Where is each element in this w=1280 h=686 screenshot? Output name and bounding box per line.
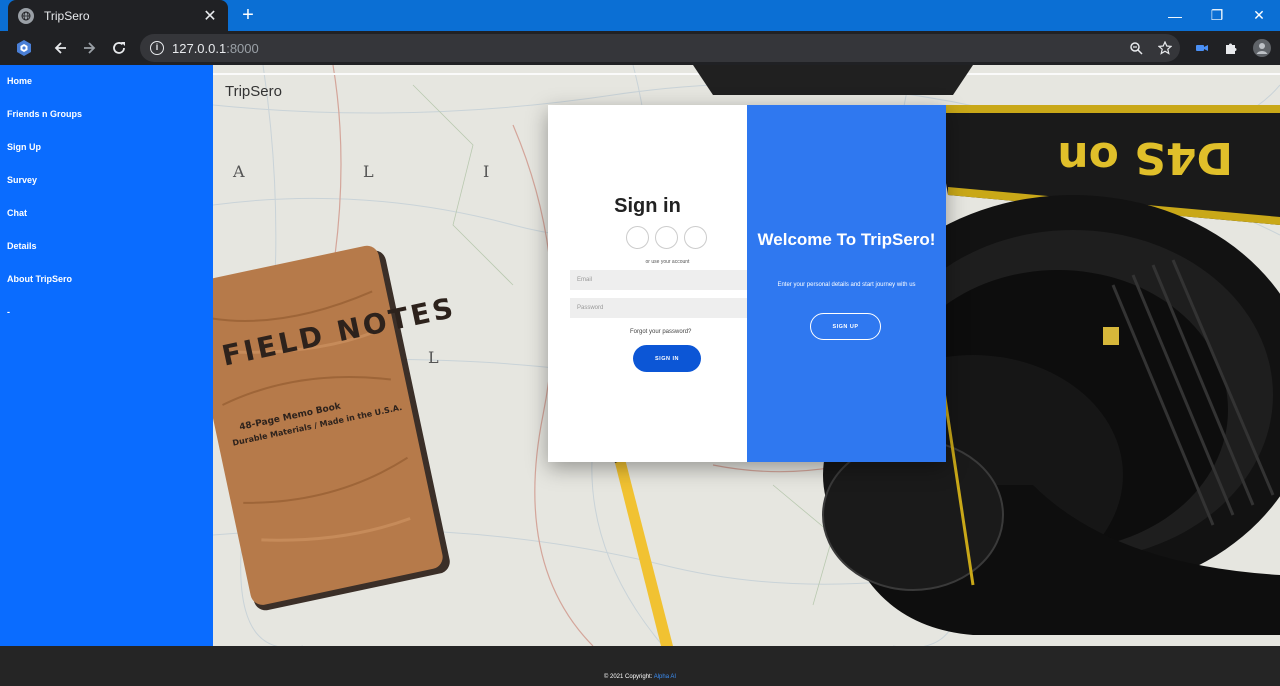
bookmark-star-icon[interactable] [1153, 36, 1177, 60]
social-login-row [626, 226, 707, 249]
sidebar-item-chat[interactable]: Chat [0, 197, 213, 230]
maximize-button[interactable]: ❐ [1194, 0, 1240, 31]
strap-text: D4S on [1057, 132, 1233, 183]
welcome-title: Welcome To TripSero! [757, 230, 936, 249]
camera-icon[interactable] [1190, 36, 1214, 60]
reload-icon[interactable] [107, 36, 131, 60]
signin-panel: Sign in or use your account Email Passwo… [548, 105, 747, 462]
signin-title: Sign in [614, 195, 681, 217]
sidebar-item-details[interactable]: Details [0, 230, 213, 263]
page-viewport: Home Friends n Groups Sign Up Survey Cha… [0, 65, 1280, 686]
zoom-icon[interactable] [1124, 36, 1148, 60]
sidebar-item-sign-up[interactable]: Sign Up [0, 131, 213, 164]
copyright-label: © 2021 Copyright: [603, 674, 654, 680]
sidebar-nav: Home Friends n Groups Sign Up Survey Cha… [0, 65, 213, 646]
browser-toolbar: i 127.0.0.1 :8000 [0, 31, 1280, 65]
sidebar-item-home[interactable]: Home [0, 65, 213, 98]
url-host: 127.0.0.1 [172, 40, 227, 56]
map-letter: L [363, 162, 374, 181]
tab-title: TripSero [44, 8, 90, 23]
linkedin-login-button[interactable] [684, 226, 707, 249]
email-field[interactable]: Email [570, 270, 747, 290]
welcome-panel: Welcome To TripSero! Enter your personal… [747, 105, 946, 462]
sidebar-item-friends-n-groups[interactable]: Friends n Groups [0, 98, 213, 131]
sidebar-item-survey[interactable]: Survey [0, 164, 213, 197]
forward-icon[interactable] [78, 36, 102, 60]
copyright-text: © 2021 Copyright: Alpha AI [0, 674, 1280, 680]
close-window-button[interactable]: ✕ [1236, 0, 1280, 31]
browser-tab[interactable]: TripSero ✕ [8, 0, 228, 31]
auth-card: Sign in or use your account Email Passwo… [548, 105, 946, 462]
page-footer: © 2021 Copyright: Alpha AI [0, 646, 1280, 686]
browser-tab-bar: TripSero ✕ + — ❐ ✕ [0, 0, 1280, 31]
profile-avatar[interactable] [1250, 36, 1274, 60]
welcome-subtitle: Enter your personal details and start jo… [777, 282, 916, 288]
address-bar[interactable]: i 127.0.0.1 :8000 [140, 34, 1180, 62]
google-login-button[interactable] [655, 226, 678, 249]
close-tab-icon[interactable]: ✕ [198, 6, 222, 26]
map-letter: A [232, 162, 245, 181]
globe-icon [18, 7, 34, 24]
extensions-puzzle-icon[interactable] [1219, 36, 1243, 60]
sign-up-button[interactable]: SIGN UP [810, 313, 881, 340]
minimize-button[interactable]: — [1152, 0, 1198, 31]
facebook-login-button[interactable] [626, 226, 649, 249]
brand-logo-text[interactable]: TripSero [225, 83, 282, 100]
copyright-link[interactable]: Alpha AI [654, 674, 676, 680]
forgot-password-link[interactable]: Forgot your password? [630, 329, 691, 335]
extension-logo-icon[interactable] [12, 36, 36, 60]
info-icon[interactable]: i [150, 41, 164, 55]
url-port: :8000 [226, 40, 259, 56]
back-icon[interactable] [48, 36, 72, 60]
sidebar-item-about-tripsero[interactable]: About TripSero [0, 263, 213, 296]
sign-in-button[interactable]: SIGN IN [633, 345, 701, 372]
new-tab-button[interactable]: + [236, 4, 260, 28]
password-field[interactable]: Password [570, 298, 747, 318]
map-letter: L [428, 348, 439, 367]
map-letter: I [483, 162, 489, 181]
sidebar-item-dropdown[interactable]: - [0, 296, 213, 329]
